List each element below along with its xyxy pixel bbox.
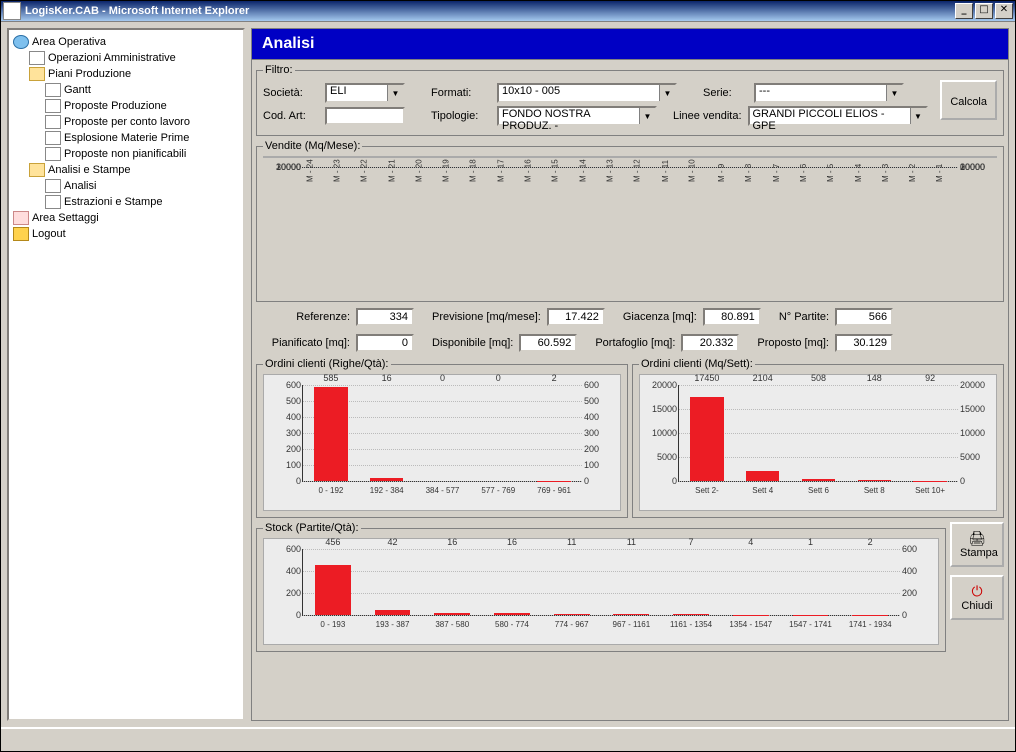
pian-label: Pianificato [mq]:	[260, 337, 350, 349]
app-window: LogisKer.CAB - Microsoft Internet Explor…	[0, 0, 1016, 752]
tree-analisi[interactable]: Analisi	[45, 178, 241, 194]
tree-conto[interactable]: Proposte per conto lavoro	[45, 114, 241, 130]
referenze-value: 334	[356, 308, 414, 326]
tree-gantt[interactable]: Gantt	[45, 82, 241, 98]
doc-icon	[45, 147, 61, 161]
ord-mq-legend: Ordini clienti (Mq/Sett):	[639, 358, 755, 370]
calcola-button[interactable]: Calcola	[940, 80, 997, 120]
filter-legend: Filtro:	[263, 64, 295, 76]
bottom-row: Stock (Partite/Qtà): 0020020040040060060…	[256, 522, 1004, 652]
giac-label: Giacenza [mq]:	[623, 311, 697, 323]
formati-select[interactable]: 10x10 - 005▼	[497, 83, 677, 103]
chevron-down-icon: ▼	[886, 85, 902, 101]
tipologie-label: Tipologie:	[431, 110, 491, 122]
doc-icon	[45, 115, 61, 129]
pian-value: 0	[356, 334, 414, 352]
tree-logout[interactable]: Logout	[13, 226, 241, 242]
npart-value: 566	[835, 308, 893, 326]
doc-icon	[29, 51, 45, 65]
doc-icon	[45, 195, 61, 209]
linee-select[interactable]: GRANDI PICCOLI ELIOS - GPE▼	[748, 106, 928, 126]
app-icon	[3, 2, 21, 20]
serie-select[interactable]: ---▼	[754, 83, 904, 103]
nav-tree[interactable]: Area Operativa Operazioni Amministrative…	[7, 28, 245, 721]
chevron-down-icon: ▼	[639, 108, 655, 124]
tree-ops[interactable]: Operazioni Amministrative	[29, 50, 241, 66]
action-buttons: 🖨 Stampa ⏻ Chiudi	[950, 522, 1004, 652]
vendite-chart: 00100001000020000200003000030000M - 24M …	[263, 156, 997, 158]
disp-label: Disponibile [mq]:	[432, 337, 513, 349]
referenze-label: Referenze:	[260, 311, 350, 323]
tree-nonplan[interactable]: Proposte non pianificabili	[45, 146, 241, 162]
doc-icon	[45, 99, 61, 113]
page-title: Analisi	[251, 28, 1009, 60]
disp-value: 60.592	[519, 334, 577, 352]
folder-icon	[29, 163, 45, 177]
metrics-row2: Pianificato [mq]: 0 Disponibile [mq]: 60.5…	[256, 332, 1004, 354]
minimize-button[interactable]: _	[955, 3, 973, 19]
ord-mq-chart: 0050005000100001000015000150002000020000…	[639, 374, 997, 511]
vendite-legend: Vendite (Mq/Mese):	[263, 140, 362, 152]
tree-prod[interactable]: Piani Produzione Gantt Proposte Produzio…	[29, 66, 241, 162]
formati-label: Formati:	[431, 87, 491, 99]
prev-label: Previsione [mq/mese]:	[432, 311, 541, 323]
printer-icon: 🖨	[960, 530, 994, 547]
doc-icon	[45, 179, 61, 193]
vendite-group: Vendite (Mq/Mese): 001000010000200002000…	[256, 140, 1004, 302]
stampa-button[interactable]: 🖨 Stampa	[950, 522, 1004, 567]
stock-legend: Stock (Partite/Qtà):	[263, 522, 361, 534]
stock-chart: 002002004004006006004560 - 19342193 - 38…	[263, 538, 939, 645]
ord-righe-group: Ordini clienti (Righe/Qtà): 001001002002…	[256, 358, 628, 518]
npart-label: N° Partite:	[779, 311, 829, 323]
tree-analstamp[interactable]: Analisi e Stampe Analisi Estrazioni e St…	[29, 162, 241, 210]
prev-value: 17.422	[547, 308, 605, 326]
tree-materie[interactable]: Esplosione Materie Prime	[45, 130, 241, 146]
chiudi-button[interactable]: ⏻ Chiudi	[950, 575, 1004, 620]
ord-righe-chart: 0010010020020030030040040050050060060058…	[263, 374, 621, 511]
maximize-button[interactable]: □	[975, 3, 993, 19]
tree-proposte[interactable]: Proposte Produzione	[45, 98, 241, 114]
power-icon: ⏻	[960, 583, 994, 600]
ord-mq-group: Ordini clienti (Mq/Sett): 00500050001000…	[632, 358, 1004, 518]
key-icon	[13, 227, 29, 241]
filter-group: Filtro: Società: ELI▼ Formati: 10x10 - 0…	[256, 64, 1004, 136]
chevron-down-icon: ▼	[910, 108, 926, 124]
chevron-down-icon: ▼	[387, 85, 403, 101]
tree-settaggi[interactable]: Area Settaggi	[13, 210, 241, 226]
societa-select[interactable]: ELI▼	[325, 83, 405, 103]
port-label: Portafoglio [mq]:	[595, 337, 675, 349]
port-value: 20.332	[681, 334, 739, 352]
stock-group: Stock (Partite/Qtà): 0020020040040060060…	[256, 522, 946, 652]
statusbar	[1, 727, 1015, 751]
ord-righe-legend: Ordini clienti (Righe/Qtà):	[263, 358, 391, 370]
doc-icon	[45, 131, 61, 145]
tree-estrazioni[interactable]: Estrazioni e Stampe	[45, 194, 241, 210]
client-area: Area Operativa Operazioni Amministrative…	[1, 21, 1015, 727]
doc-icon	[45, 83, 61, 97]
metrics-row: Referenze: 334 Previsione [mq/mese]: 17.42…	[256, 306, 1004, 328]
serie-label: Serie:	[703, 87, 748, 99]
prop-label: Proposto [mq]:	[757, 337, 829, 349]
folder-icon	[29, 67, 45, 81]
giac-value: 80.891	[703, 308, 761, 326]
chevron-down-icon: ▼	[659, 85, 675, 101]
tipologie-select[interactable]: FONDO NOSTRA PRODUZ. -▼	[497, 106, 657, 126]
gear-icon	[13, 211, 29, 225]
tree-root[interactable]: Area Operativa Operazioni Amministrative…	[13, 34, 241, 210]
mid-charts: Ordini clienti (Righe/Qtà): 001001002002…	[256, 358, 1004, 518]
codart-label: Cod. Art:	[263, 110, 319, 122]
societa-label: Società:	[263, 87, 319, 99]
world-icon	[13, 35, 29, 49]
page-body: Filtro: Società: ELI▼ Formati: 10x10 - 0…	[251, 60, 1009, 721]
main-panel: Analisi Filtro: Società: ELI▼ Formati: 1…	[251, 28, 1009, 721]
linee-label: Linee vendita:	[673, 110, 742, 122]
prop-value: 30.129	[835, 334, 893, 352]
window-title: LogisKer.CAB - Microsoft Internet Explor…	[25, 5, 249, 17]
close-button[interactable]: ✕	[995, 3, 1013, 19]
titlebar: LogisKer.CAB - Microsoft Internet Explor…	[1, 1, 1015, 21]
codart-input[interactable]	[325, 107, 405, 125]
